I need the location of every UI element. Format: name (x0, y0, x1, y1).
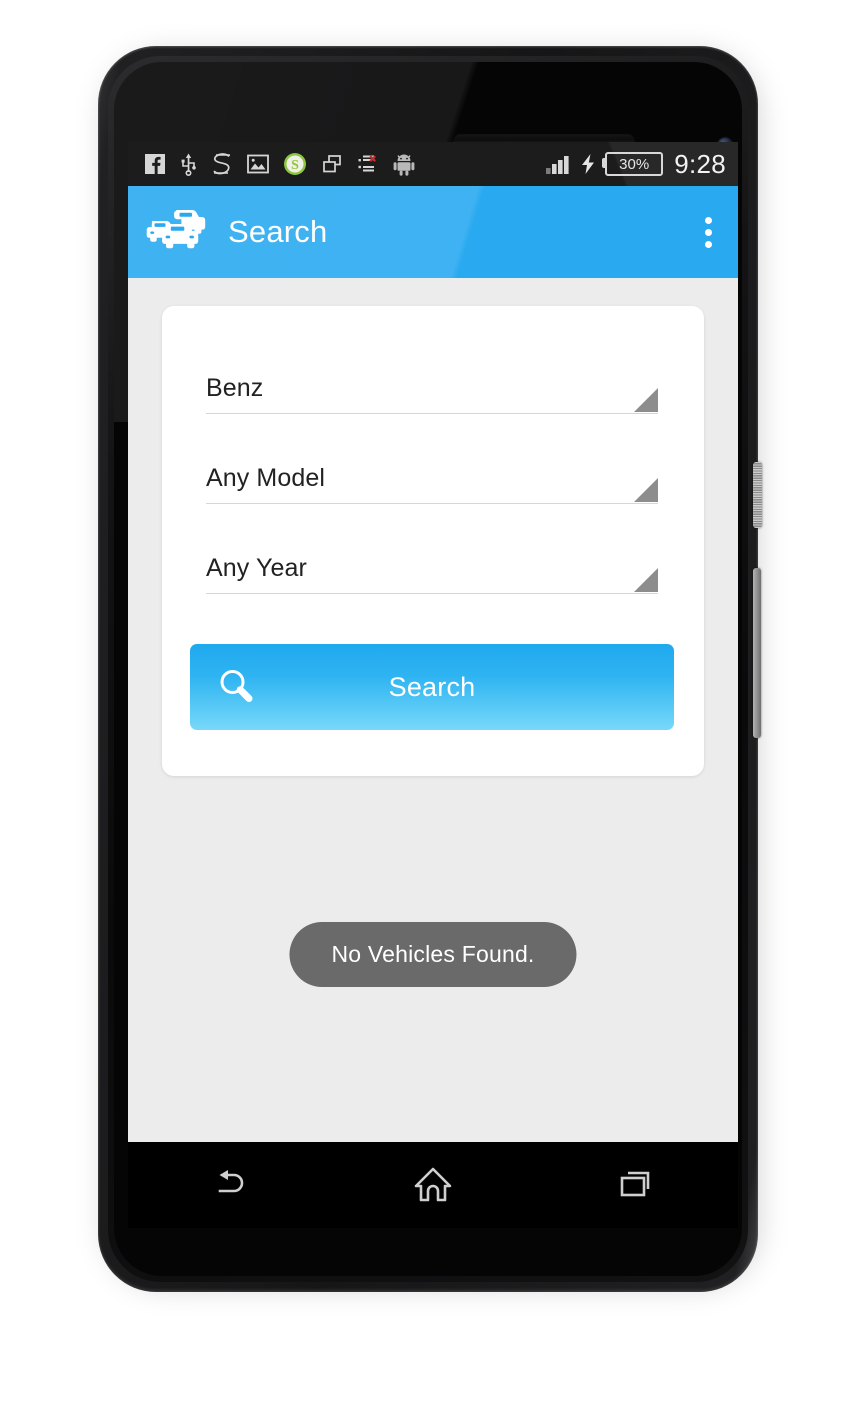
search-button[interactable]: Search (190, 644, 674, 730)
usb-icon (180, 152, 197, 176)
overflow-dot (705, 216, 712, 224)
green-s-circle-icon: S (283, 152, 307, 176)
power-button[interactable] (753, 462, 762, 528)
android-robot-icon (393, 152, 415, 176)
search-form-card: Benz Any Model Any Year Search (162, 306, 704, 776)
search-button-label: Search (388, 671, 476, 702)
status-bar-clock: 9:28 (674, 148, 726, 179)
android-navigation-bar (128, 1142, 738, 1228)
phone-screen: S 30% 9:28 Search Benz Any Model Any Yea… (128, 142, 738, 1142)
gallery-image-icon (247, 153, 269, 175)
signal-bars-icon (545, 153, 571, 175)
app-bar-gloss (128, 186, 738, 278)
s-letter-icon (211, 152, 233, 176)
app-bar: Search (128, 186, 738, 278)
recent-apps-icon[interactable] (576, 1142, 696, 1228)
copy-windows-icon (321, 153, 343, 175)
chevron-down-icon (634, 388, 658, 412)
magnifier-icon (216, 666, 256, 709)
overflow-dot (705, 228, 712, 236)
facebook-icon (144, 153, 166, 175)
two-cars-icon (146, 204, 212, 261)
page-title: Search (228, 214, 328, 249)
model-spinner[interactable]: Any Model (206, 458, 658, 504)
make-spinner[interactable]: Benz (206, 368, 658, 414)
status-bar: S 30% 9:28 (128, 142, 738, 186)
status-bar-system-icons: 30% 9:28 (545, 149, 726, 180)
model-spinner-value: Any Model (206, 464, 326, 492)
battery-indicator: 30% (602, 152, 664, 176)
screenshot-canvas: S 30% 9:28 Search Benz Any Model Any Yea… (0, 0, 860, 1424)
make-spinner-value: Benz (206, 374, 264, 402)
charging-bolt-icon (580, 153, 596, 175)
volume-rocker-button[interactable] (753, 568, 761, 738)
battery-percent-label: 30% (619, 155, 650, 173)
chevron-down-icon (634, 568, 658, 592)
back-icon[interactable] (170, 1142, 290, 1228)
home-icon[interactable] (373, 1142, 493, 1228)
year-spinner-value: Any Year (206, 554, 307, 582)
svg-text:S: S (291, 158, 299, 173)
year-spinner[interactable]: Any Year (206, 548, 658, 594)
overflow-dot (705, 240, 712, 248)
list-error-icon (357, 153, 379, 175)
chevron-down-icon (634, 478, 658, 502)
app-content: Benz Any Model Any Year Search No Vehicl… (128, 278, 738, 1142)
status-bar-notification-icons: S (144, 152, 415, 176)
toast-message: No Vehicles Found. (289, 922, 577, 987)
overflow-menu-icon[interactable] (699, 209, 718, 256)
